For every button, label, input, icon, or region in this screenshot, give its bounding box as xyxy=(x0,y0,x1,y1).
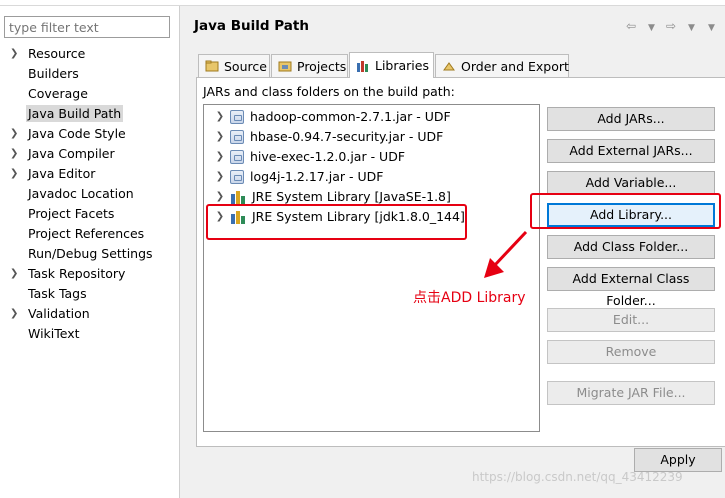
jar-icon xyxy=(230,130,244,144)
watermark: https://blog.csdn.net/qq_43412239 xyxy=(472,470,683,484)
tab-label: Libraries xyxy=(375,58,429,73)
back-arrow-icon[interactable]: ⇦ xyxy=(626,19,636,33)
property-nav-list: ❯ Resource Builders Coverage Java Build Path… xyxy=(0,44,180,344)
expand-chevron-icon[interactable]: ❯ xyxy=(10,124,18,144)
expand-chevron-icon[interactable]: ❯ xyxy=(210,167,230,187)
remove-button[interactable]: Remove xyxy=(547,340,715,364)
nav-item-label: Java Compiler xyxy=(28,146,115,161)
nav-item-label: Javadoc Location xyxy=(28,186,134,201)
migrate-jar-button[interactable]: Migrate JAR File... xyxy=(547,381,715,405)
nav-item[interactable]: Run/Debug Settings xyxy=(0,244,180,264)
nav-item[interactable]: Builders xyxy=(0,64,180,84)
nav-item[interactable]: Project Facets xyxy=(0,204,180,224)
nav-item-label: Task Repository xyxy=(28,266,126,281)
nav-item-label: WikiText xyxy=(28,326,80,341)
highlight-add-library-box xyxy=(530,193,721,229)
nav-item[interactable]: Javadoc Location xyxy=(0,184,180,204)
tab-projects[interactable]: Projects xyxy=(271,54,348,77)
property-nav-pane: ❯ Resource Builders Coverage Java Build Path… xyxy=(0,6,180,498)
add-external-class-folder-button[interactable]: Add External Class Folder... xyxy=(547,267,715,308)
nav-item[interactable]: ❯ Validation xyxy=(0,304,180,324)
annotation-arrow-icon xyxy=(484,230,528,278)
library-tree-item[interactable]: ❯ log4j-1.2.17.jar - UDF xyxy=(204,167,383,187)
tab-label: Source xyxy=(224,58,267,74)
library-item-label: log4j-1.2.17.jar - UDF xyxy=(250,169,384,184)
tab-libraries[interactable]: Libraries xyxy=(349,52,434,78)
nav-item-label: Validation xyxy=(28,306,90,321)
library-icon xyxy=(230,190,246,204)
annotation-note: 点击ADD Library xyxy=(413,290,526,306)
nav-item[interactable]: WikiText xyxy=(0,324,180,344)
nav-item-label: Java Build Path xyxy=(26,105,124,122)
nav-item[interactable]: ❯ Resource xyxy=(0,44,180,64)
add-jars-button[interactable]: Add JARs... xyxy=(547,107,715,131)
expand-chevron-icon[interactable]: ❯ xyxy=(10,304,18,324)
library-item-label: hbase-0.94.7-security.jar - UDF xyxy=(250,129,444,144)
filter-input[interactable] xyxy=(4,16,170,38)
expand-chevron-icon[interactable]: ❯ xyxy=(10,44,18,64)
library-item-label: hive-exec-1.2.0.jar - UDF xyxy=(250,149,406,164)
nav-item-label: Java Code Style xyxy=(28,126,126,141)
nav-item[interactable]: ❯ Task Repository xyxy=(0,264,180,284)
jar-icon xyxy=(230,170,244,184)
library-tree-item[interactable]: ❯ hive-exec-1.2.0.jar - UDF xyxy=(204,147,405,167)
jar-icon xyxy=(230,150,244,164)
libraries-icon xyxy=(356,60,370,72)
view-menu-icon[interactable]: ▼ xyxy=(708,23,715,33)
highlight-jdk-library-box xyxy=(206,204,467,240)
nav-item[interactable]: ❯ Java Compiler xyxy=(0,144,180,164)
jar-icon xyxy=(230,110,244,124)
nav-item-label: Run/Debug Settings xyxy=(28,246,153,261)
nav-item[interactable]: ❯ Java Code Style xyxy=(0,124,180,144)
nav-item-label: Resource xyxy=(28,46,86,61)
add-variable-button[interactable]: Add Variable... xyxy=(547,171,715,195)
expand-chevron-icon[interactable]: ❯ xyxy=(10,144,18,164)
forward-arrow-icon[interactable]: ⇨ xyxy=(666,19,676,33)
nav-item-label: Builders xyxy=(28,66,79,81)
nav-item-label: Java Editor xyxy=(28,166,96,181)
tab-label: Projects xyxy=(297,58,347,74)
nav-item[interactable]: Java Build Path xyxy=(0,104,180,124)
library-item-label: hadoop-common-2.7.1.jar - UDF xyxy=(250,109,451,124)
order-export-icon xyxy=(442,60,456,72)
libraries-caption: JARs and class folders on the build path… xyxy=(203,84,455,99)
nav-item[interactable]: Coverage xyxy=(0,84,180,104)
library-tree-item[interactable]: ❯ hadoop-common-2.7.1.jar - UDF xyxy=(204,107,451,127)
add-class-folder-button[interactable]: Add Class Folder... xyxy=(547,235,715,259)
expand-chevron-icon[interactable]: ❯ xyxy=(210,107,230,127)
library-tree-item[interactable]: ❯ hbase-0.94.7-security.jar - UDF xyxy=(204,127,443,147)
nav-item[interactable]: ❯ Java Editor xyxy=(0,164,180,184)
tab-label: Order and Export xyxy=(461,58,569,74)
nav-item[interactable]: Project References xyxy=(0,224,180,244)
edit-button[interactable]: Edit... xyxy=(547,308,715,332)
back-menu-chevron-icon[interactable]: ▼ xyxy=(648,23,655,33)
tab-order-and-export[interactable]: Order and Export xyxy=(435,54,569,77)
projects-icon xyxy=(278,60,292,72)
expand-chevron-icon[interactable]: ❯ xyxy=(10,264,18,284)
source-folder-icon xyxy=(205,60,219,72)
nav-item[interactable]: Task Tags xyxy=(0,284,180,304)
expand-chevron-icon[interactable]: ❯ xyxy=(210,127,230,147)
add-external-jars-button[interactable]: Add External JARs... xyxy=(547,139,715,163)
nav-item-label: Task Tags xyxy=(28,286,87,301)
nav-item-label: Coverage xyxy=(28,86,88,101)
page-title: Java Build Path xyxy=(194,18,309,34)
nav-item-label: Project Facets xyxy=(28,206,115,221)
expand-chevron-icon[interactable]: ❯ xyxy=(10,164,18,184)
apply-button[interactable]: Apply xyxy=(634,448,722,472)
nav-item-label: Project References xyxy=(28,226,145,241)
forward-menu-chevron-icon[interactable]: ▼ xyxy=(688,23,695,33)
expand-chevron-icon[interactable]: ❯ xyxy=(210,147,230,167)
tab-source[interactable]: Source xyxy=(198,54,270,77)
